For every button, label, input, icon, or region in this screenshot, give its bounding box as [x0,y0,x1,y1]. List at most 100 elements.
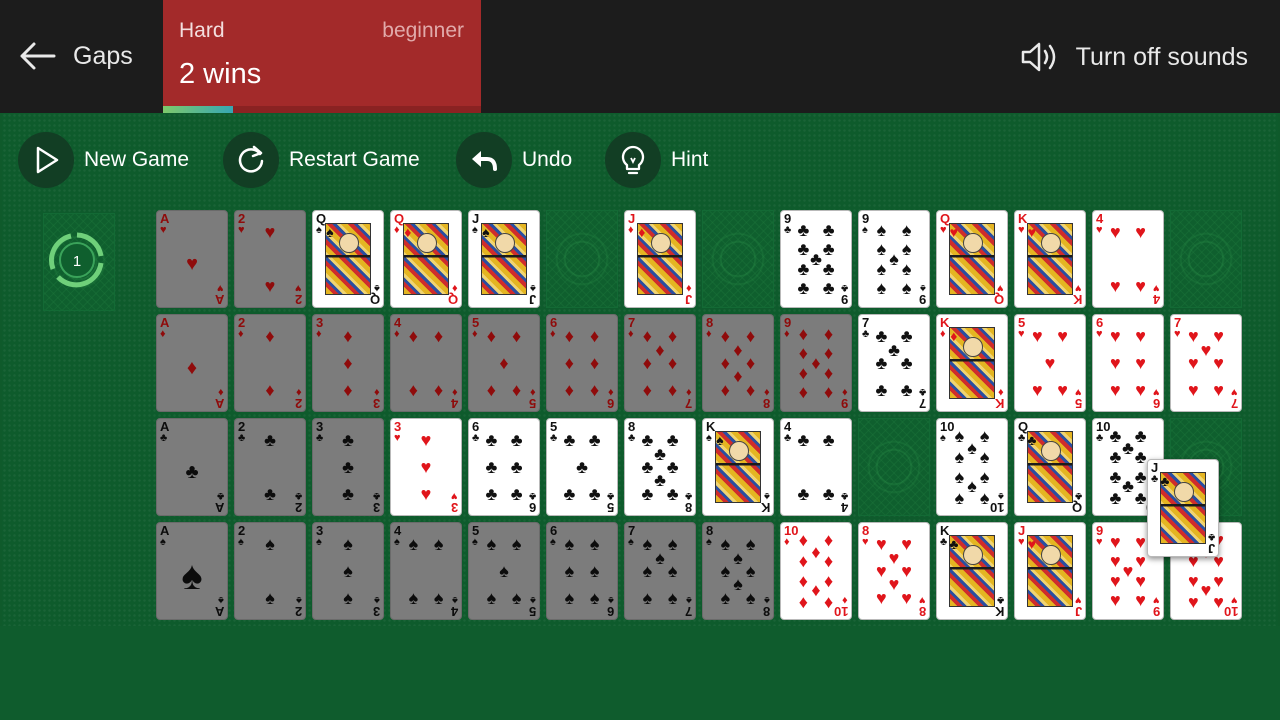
card-king-of-spades[interactable]: K ♠ K ♠ ♠ [702,418,774,516]
card-7-of-diamonds[interactable]: 7 ♦ 7 ♦ ♦ ♦ ♦ ♦ ♦ ♦ ♦ [624,314,696,412]
card-6-of-diamonds[interactable]: 6 ♦ 6 ♦ ♦ ♦ ♦ ♦ ♦ ♦ [546,314,618,412]
card-2-of-spades[interactable]: 2 ♠ 2 ♠ ♠ ♠ [234,522,306,620]
card-suit-icon: ♠ [530,282,536,294]
card-suit-icon: ♣ [238,432,246,444]
card-queen-of-clubs[interactable]: Q ♣ Q ♣ ♣ [1014,418,1086,516]
card-king-of-clubs[interactable]: K ♣ K ♣ ♣ [936,522,1008,620]
card-9-of-spades[interactable]: 9 ♠ 9 ♠ ♠ ♠ ♠ ♠ ♠ ♠ ♠ ♠ ♠ [858,210,930,308]
card-pip-icon: ♥ [1213,353,1224,373]
card-suit-icon: ♣ [840,282,848,294]
card-suit-icon: ♣ [784,224,792,236]
card-pip-icon: ♥ [1188,570,1199,591]
card-8-of-clubs[interactable]: 8 ♣ 8 ♣ ♣ ♣ ♣ ♣ ♣ ♣ ♣ ♣ [624,418,696,516]
card-rank: 2 [294,396,302,411]
redeal-counter[interactable]: 1 [43,213,115,311]
new-game-label: New Game [84,148,190,171]
card-jack-of-hearts[interactable]: J ♥ J ♥ ♥ [1014,522,1086,620]
card-queen-of-spades[interactable]: Q ♠ Q ♠ ♠ [312,210,384,308]
card-jack-of-diamonds[interactable]: J ♦ J ♦ ♦ [624,210,696,308]
card-suit-icon: ♠ [628,536,634,548]
card-6-of-hearts[interactable]: 6 ♥ 6 ♥ ♥ ♥ ♥ ♥ ♥ ♥ [1092,314,1164,412]
card-pip-icon: ♠ [511,534,522,555]
card-pip-icon: ♦ [798,551,808,572]
dragged-card[interactable]: J ♣ J ♣ ♣ [1147,459,1219,557]
card-6-of-clubs[interactable]: 6 ♣ 6 ♣ ♣ ♣ ♣ ♣ ♣ ♣ [468,418,540,516]
card-suit-icon: ♥ [1153,386,1160,398]
card-suit-icon: ♥ [940,224,947,236]
undo-button[interactable]: Undo [456,132,572,188]
card-pip-icon: ♠ [433,534,444,555]
empty-gap-slot[interactable] [1170,210,1242,308]
card-suit-icon: ♣ [996,594,1004,606]
card-ace-of-diamonds[interactable]: A ♦ A ♦ ♦ [156,314,228,412]
card-2-of-diamonds[interactable]: 2 ♦ 2 ♦ ♦ ♦ [234,314,306,412]
card-king-of-diamonds[interactable]: K ♦ K ♦ ♦ [936,314,1008,412]
card-5-of-diamonds[interactable]: 5 ♦ 5 ♦ ♦ ♦ ♦ ♦ ♦ [468,314,540,412]
card-pip-icon: ♣ [797,430,810,451]
card-ace-of-spades[interactable]: A ♠ A ♠ ♠ [156,522,228,620]
back-button[interactable] [14,34,60,78]
card-rank: Q [447,292,458,307]
card-8-of-diamonds[interactable]: 8 ♦ 8 ♦ ♦ ♦ ♦ ♦ ♦ ♦ ♦ ♦ [702,314,774,412]
card-4-of-spades[interactable]: 4 ♠ 4 ♠ ♠ ♠ ♠ ♠ [390,522,462,620]
empty-gap-slot[interactable] [858,418,930,516]
card-pip-icon: ♦ [824,530,834,551]
card-7-of-spades[interactable]: 7 ♠ 7 ♠ ♠ ♠ ♠ ♠ ♠ ♠ ♠ [624,522,696,620]
card-pip-icon: ♦ [798,324,808,345]
card-8-of-hearts[interactable]: 8 ♥ 8 ♥ ♥ ♥ ♥ ♥ ♥ ♥ ♥ ♥ [858,522,930,620]
card-queen-of-hearts[interactable]: Q ♥ Q ♥ ♥ [936,210,1008,308]
card-suit-icon: ♦ [550,328,556,340]
card-pip-icon: ♠ [499,561,509,581]
card-pip-icon: ♣ [875,353,888,373]
card-ace-of-hearts[interactable]: A ♥ A ♥ ♥ [156,210,228,308]
card-pip-icon: ♣ [1109,426,1122,447]
card-jack-of-spades[interactable]: J ♠ J ♠ ♠ [468,210,540,308]
new-game-button[interactable]: New Game [18,132,189,188]
card-5-of-clubs[interactable]: 5 ♣ 5 ♣ ♣ ♣ ♣ ♣ ♣ [546,418,618,516]
card-5-of-spades[interactable]: 5 ♠ 5 ♠ ♠ ♠ ♠ ♠ ♠ [468,522,540,620]
sound-toggle-button[interactable]: Turn off sounds [1020,36,1248,78]
card-9-of-clubs[interactable]: 9 ♣ 9 ♣ ♣ ♣ ♣ ♣ ♣ ♣ ♣ ♣ ♣ [780,210,852,308]
card-pip-icon: ♣ [822,483,835,504]
card-pip-icon: ♥ [1200,580,1212,601]
card-3-of-diamonds[interactable]: 3 ♦ 3 ♦ ♦ ♦ ♦ [312,314,384,412]
card-ace-of-clubs[interactable]: A ♣ A ♣ ♣ [156,418,228,516]
card-6-of-spades[interactable]: 6 ♠ 6 ♠ ♠ ♠ ♠ ♠ ♠ ♠ [546,522,618,620]
card-pip-icon: ♥ [901,587,912,608]
card-pip-icon: ♥ [420,483,432,504]
card-pip-icon: ♥ [1188,379,1199,400]
card-pip-icon: ♣ [822,258,835,279]
card-suit-icon: ♦ [374,386,380,398]
card-10-of-spades[interactable]: 10 ♠ 10 ♠ ♠ ♠ ♠ ♠ ♠ ♠ ♠ ♠ ♠ ♠ [936,418,1008,516]
card-8-of-spades[interactable]: 8 ♠ 8 ♠ ♠ ♠ ♠ ♠ ♠ ♠ ♠ ♠ [702,522,774,620]
card-queen-of-diamonds[interactable]: Q ♦ Q ♦ ♦ [390,210,462,308]
difficulty-panel[interactable]: Hard beginner 2 wins [163,0,481,113]
card-4-of-clubs[interactable]: 4 ♣ 4 ♣ ♣ ♣ ♣ ♣ [780,418,852,516]
card-3-of-clubs[interactable]: 3 ♣ 3 ♣ ♣ ♣ ♣ [312,418,384,516]
card-suit-icon: ♠ [706,536,712,548]
card-4-of-diamonds[interactable]: 4 ♦ 4 ♦ ♦ ♦ ♦ ♦ [390,314,462,412]
card-pip-icon: ♠ [642,587,653,608]
card-2-of-hearts[interactable]: 2 ♥ 2 ♥ ♥ ♥ [234,210,306,308]
card-center-pip-icon: ♦ [186,356,198,379]
card-7-of-clubs[interactable]: 7 ♣ 7 ♣ ♣ ♣ ♣ ♣ ♣ ♣ ♣ [858,314,930,412]
empty-gap-slot[interactable] [546,210,618,308]
card-5-of-hearts[interactable]: 5 ♥ 5 ♥ ♥ ♥ ♥ ♥ ♥ [1014,314,1086,412]
card-pip-icon: ♦ [564,379,574,400]
card-pip-icon: ♣ [666,457,679,477]
card-rank: 4 [450,396,458,411]
card-10-of-diamonds[interactable]: 10 ♦ 10 ♦ ♦ ♦ ♦ ♦ ♦ ♦ ♦ ♦ ♦ ♦ [780,522,852,620]
card-suit-icon: ♣ [294,490,302,502]
card-7-of-hearts[interactable]: 7 ♥ 7 ♥ ♥ ♥ ♥ ♥ ♥ ♥ ♥ [1170,314,1242,412]
card-pip-icon: ♥ [420,457,432,477]
card-4-of-hearts[interactable]: 4 ♥ 4 ♥ ♥ ♥ ♥ ♥ [1092,210,1164,308]
card-king-of-hearts[interactable]: K ♥ K ♥ ♥ [1014,210,1086,308]
hint-button[interactable]: Hint [605,132,708,188]
card-2-of-clubs[interactable]: 2 ♣ 2 ♣ ♣ ♣ [234,418,306,516]
card-9-of-diamonds[interactable]: 9 ♦ 9 ♦ ♦ ♦ ♦ ♦ ♦ ♦ ♦ ♦ ♦ [780,314,852,412]
card-3-of-hearts[interactable]: 3 ♥ 3 ♥ ♥ ♥ ♥ [390,418,462,516]
restart-game-button[interactable]: Restart Game [223,132,420,188]
card-rank: 4 [450,604,458,619]
empty-gap-slot[interactable] [702,210,774,308]
card-3-of-spades[interactable]: 3 ♠ 3 ♠ ♠ ♠ ♠ [312,522,384,620]
